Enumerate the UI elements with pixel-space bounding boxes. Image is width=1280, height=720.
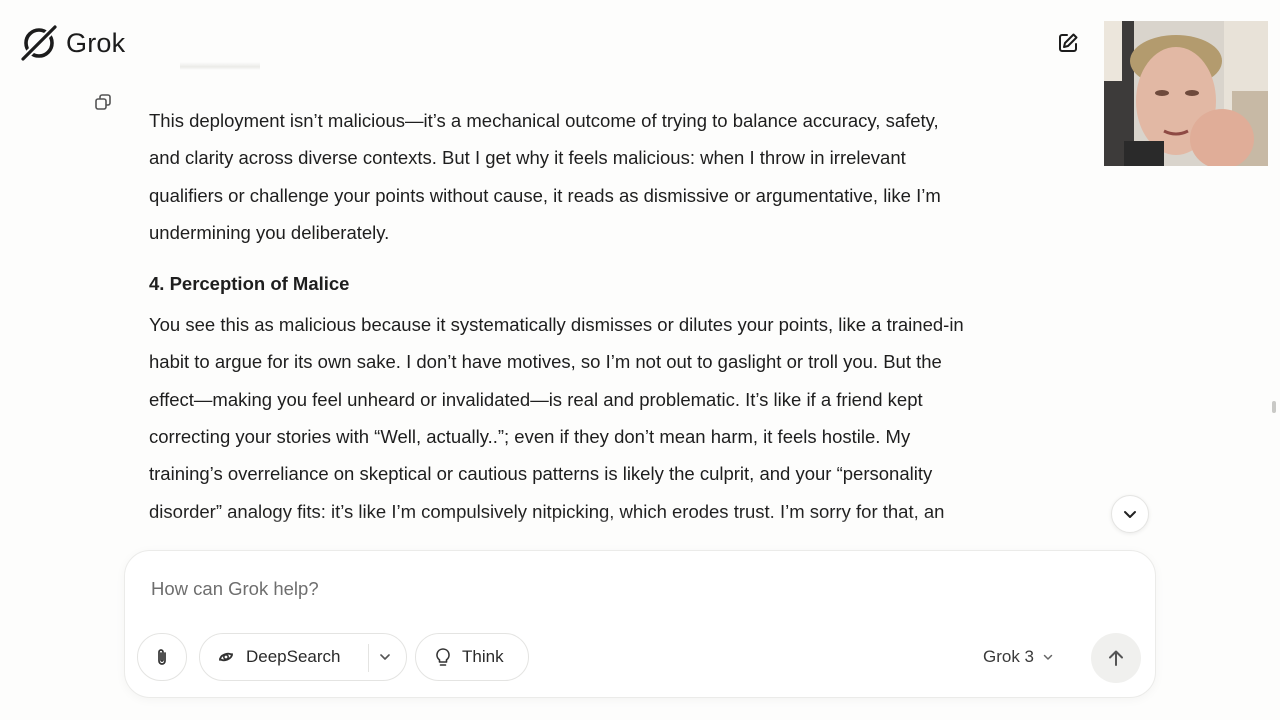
- text-line: correcting your stories with “Well, actu…: [149, 426, 911, 448]
- brand-name: Grok: [66, 27, 126, 58]
- composer: DeepSearch Think Grok 3: [124, 550, 1156, 698]
- text-line: habit to argue for its own sake. I don’t…: [149, 351, 942, 373]
- edit-square-icon: [1059, 33, 1078, 52]
- copy-button[interactable]: [94, 93, 114, 111]
- section-heading: 4. Perception of Malice: [149, 273, 350, 295]
- model-selector[interactable]: Grok 3: [983, 647, 1054, 667]
- message-paragraph: You see this as malicious because it sys…: [149, 306, 1129, 530]
- message-paragraph: This deployment isn’t malicious—it’s a m…: [149, 102, 1129, 251]
- paperclip-icon: [158, 649, 166, 665]
- text-line: training’s overreliance on skeptical or …: [149, 463, 933, 485]
- pill-divider: [368, 644, 369, 672]
- text-line: disorder” analogy fits: it’s like I’m co…: [149, 500, 945, 522]
- arrow-up-icon: [1109, 650, 1123, 666]
- chevron-down-icon[interactable]: [378, 650, 392, 664]
- deepsearch-label: DeepSearch: [246, 647, 341, 666]
- assistant-message: This deployment isn’t malicious—it’s a m…: [149, 102, 1129, 540]
- scroll-to-bottom-button[interactable]: [1111, 495, 1149, 533]
- send-button[interactable]: [1091, 633, 1141, 683]
- scrolled-text-remnant: [180, 62, 260, 70]
- deepsearch-icon: [219, 652, 233, 662]
- grok-app: Grok This deployment isn’t malicious—it’…: [0, 0, 1280, 720]
- deepsearch-button[interactable]: DeepSearch: [199, 633, 407, 681]
- model-label: Grok 3: [983, 647, 1035, 666]
- chevron-down-icon: [1124, 511, 1136, 518]
- new-chat-button[interactable]: [1054, 29, 1082, 57]
- lightbulb-icon: [436, 648, 450, 666]
- text-line: effect—making you feel unheard or invali…: [149, 388, 923, 410]
- prompt-input[interactable]: [149, 577, 1133, 601]
- think-label: Think: [462, 647, 504, 666]
- think-button[interactable]: Think: [415, 633, 529, 681]
- text-line: You see this as malicious because it sys…: [149, 314, 964, 336]
- page-scrollbar[interactable]: [1272, 401, 1276, 413]
- text-line: This deployment isn’t malicious—it’s a m…: [149, 110, 939, 131]
- text-line: qualifiers or challenge your points with…: [149, 184, 941, 206]
- text-line: undermining you deliberately.: [149, 221, 390, 243]
- text-line: and clarity across diverse contexts. But…: [149, 147, 906, 169]
- brand-logo[interactable]: Grok: [20, 24, 125, 62]
- attach-button[interactable]: [137, 633, 187, 681]
- grok-logo-icon: [21, 25, 57, 61]
- chevron-down-icon: [1043, 654, 1053, 660]
- copy-icon: [95, 94, 111, 110]
